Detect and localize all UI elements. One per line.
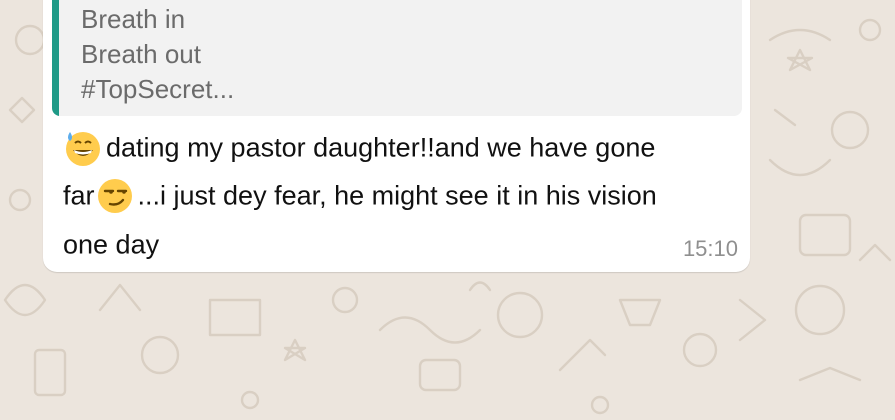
- grinning-sweat-emoji-icon: [66, 132, 100, 166]
- message-text: dating my pastor daughter!!and we have g…: [106, 132, 656, 163]
- message-text-line: dating my pastor daughter!!and we have g…: [63, 128, 655, 168]
- message-text: ...i just dey fear, he might see it in h…: [137, 180, 657, 211]
- message-text-line: one day: [63, 230, 159, 258]
- message-text: far: [63, 180, 95, 211]
- quoted-line: Breath out: [81, 39, 201, 69]
- quoted-message[interactable]: Breath in Breath out #TopSecret...: [52, 0, 742, 116]
- message-text-line: far ...i just dey fear, he might see it …: [63, 176, 657, 216]
- quoted-line: Breath in: [81, 4, 186, 34]
- quoted-line: #TopSecret...: [81, 74, 235, 104]
- smirking-face-emoji-icon: [97, 179, 132, 213]
- message-text: one day: [63, 229, 160, 260]
- message-bubble[interactable]: Breath in Breath out #TopSecret... datin…: [43, 0, 750, 272]
- message-timestamp: 15:10: [682, 236, 738, 261]
- quote-accent-bar: [52, 0, 59, 116]
